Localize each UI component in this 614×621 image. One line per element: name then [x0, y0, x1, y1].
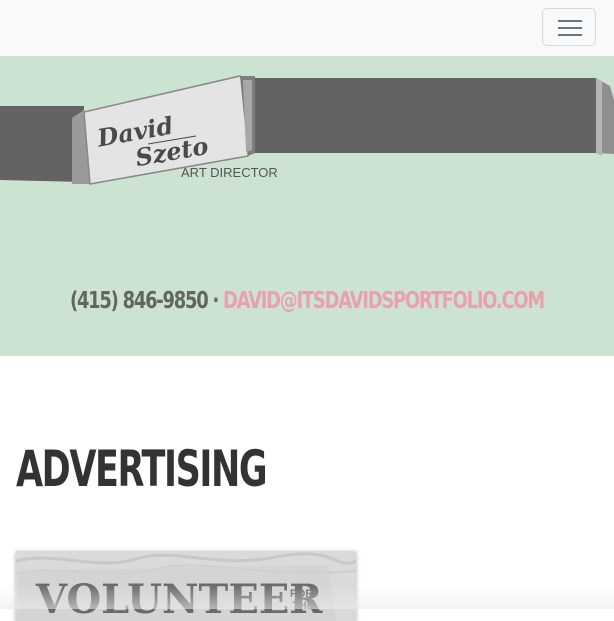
contact-separator: ·: [212, 288, 219, 314]
section-title: ADVERTISING: [16, 440, 268, 498]
poster-headline: VOLUNTEER: [35, 576, 323, 621]
contact-line: (415) 846-9850 · DAVID@ITSDAVIDSPORTFOLI…: [68, 288, 547, 314]
portfolio-item-thumbnail[interactable]: VOLUNTEER FOR THE: [16, 551, 356, 621]
poster-tag-line1: FOR: [290, 588, 313, 600]
email-link[interactable]: DAVID@ITSDAVIDSPORTFOLIO.COM: [223, 288, 545, 314]
hero-header: David Szeto ART DIRECTOR (415) 846-9850 …: [0, 56, 614, 356]
hamburger-menu-icon: [558, 20, 582, 22]
logo-role: ART DIRECTOR: [181, 165, 278, 180]
phone-number: (415) 846-9850: [69, 288, 209, 314]
hamburger-menu-icon-bar: [558, 34, 582, 36]
navbar-toggle-button[interactable]: [542, 8, 596, 46]
poster-tag-line2: THE: [292, 600, 314, 612]
navbar: [0, 0, 614, 56]
poster-preview-image: VOLUNTEER FOR THE: [16, 551, 356, 621]
hamburger-menu-icon-bar: [558, 27, 582, 29]
